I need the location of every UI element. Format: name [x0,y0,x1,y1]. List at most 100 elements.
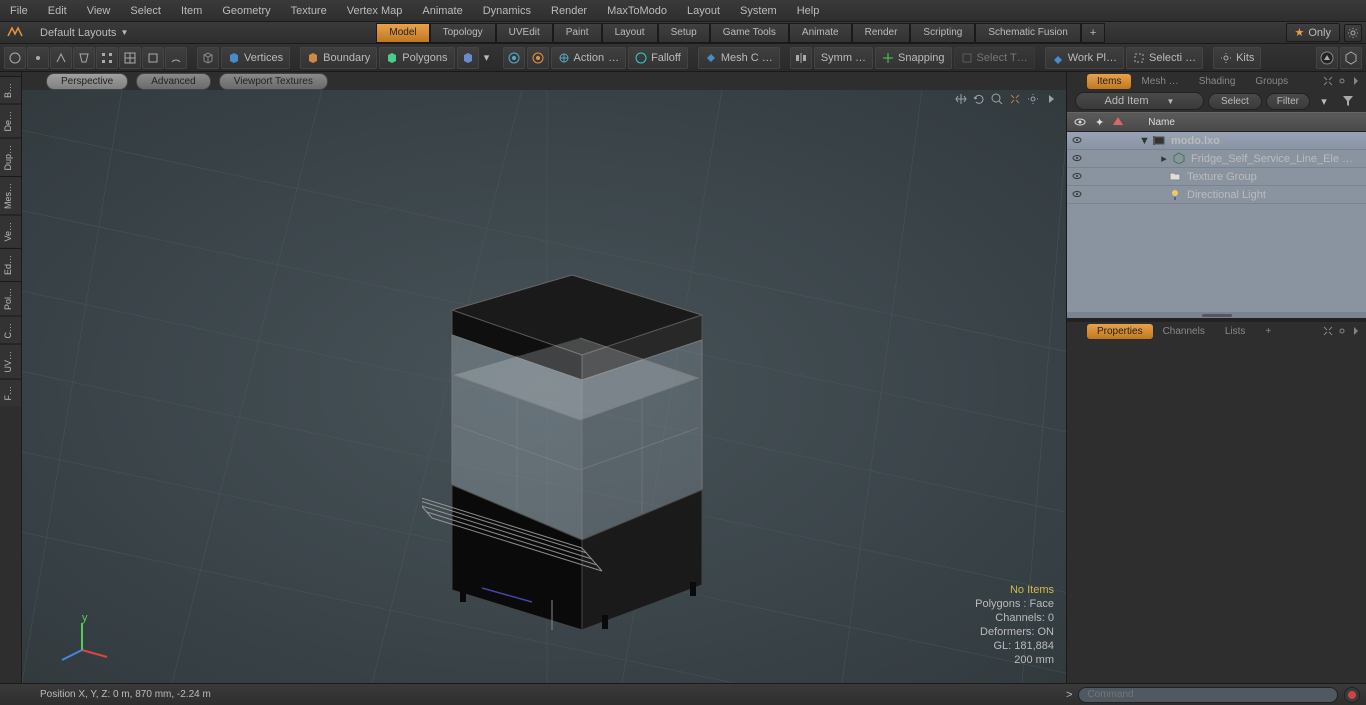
menu-file[interactable]: File [0,5,38,17]
panel-expand-icon[interactable] [1322,325,1334,337]
side-tab-3[interactable]: Mes… [0,176,21,215]
tab-topology[interactable]: Topology [430,23,496,43]
command-input[interactable] [1078,687,1338,703]
menu-help[interactable]: Help [787,5,830,17]
rp-tab-channels[interactable]: Channels [1153,324,1215,339]
falloff-button[interactable]: Falloff [628,47,688,69]
select-through-button[interactable]: Select T… [954,47,1035,69]
panel-next-icon[interactable] [1350,325,1362,337]
unreal-icon[interactable] [1316,47,1338,69]
menu-texture[interactable]: Texture [281,5,337,17]
tool-array-icon[interactable] [96,47,118,69]
panel-expand-icon[interactable] [1322,75,1334,87]
eye-icon[interactable] [1071,188,1085,202]
move-view-icon[interactable] [954,92,968,106]
action-button[interactable]: Action… [551,47,627,69]
menu-item[interactable]: Item [171,5,212,17]
snapping-button[interactable]: Snapping [875,47,952,69]
eye-icon[interactable] [1071,134,1085,148]
tab-animate[interactable]: Animate [789,23,852,43]
tab-scripting[interactable]: Scripting [910,23,975,43]
target-b-icon[interactable] [527,47,549,69]
tab-render[interactable]: Render [852,23,911,43]
rotate-view-icon[interactable] [972,92,986,106]
settings-button[interactable] [1344,24,1362,42]
side-tab-0[interactable]: B… [0,76,21,104]
menu-edit[interactable]: Edit [38,5,77,17]
tree-row-mesh[interactable]: ▸ Fridge_Self_Service_Line_Ele … [1067,150,1366,168]
tab-schematic[interactable]: Schematic Fusion [975,23,1080,43]
filter-funnel-icon[interactable] [1338,91,1358,111]
symmetry-button[interactable]: Symm … [814,47,873,69]
tool-circle-icon[interactable] [4,47,26,69]
menu-dynamics[interactable]: Dynamics [473,5,541,17]
vp-tab-advanced[interactable]: Advanced [136,73,210,90]
filter-dropdown-icon[interactable]: ▾ [1314,91,1334,111]
target-a-icon[interactable] [503,47,525,69]
rp-tab-lists[interactable]: Lists [1215,324,1256,339]
panel-next-icon[interactable] [1350,75,1362,87]
item-tree[interactable]: ▼ modo.lxo ▸ Fridge_Self_Service_Line_El… [1067,132,1366,312]
rp-tab-groups[interactable]: Groups [1245,74,1298,89]
panel-gear-icon[interactable] [1336,325,1348,337]
boundary-button[interactable]: Boundary [300,47,377,69]
eye-icon[interactable] [1071,152,1085,166]
workplane-button[interactable]: Work Pl… [1045,47,1124,69]
menu-view[interactable]: View [77,5,121,17]
side-tab-6[interactable]: Pol… [0,281,21,316]
menu-system[interactable]: System [730,5,787,17]
rp-tab-items[interactable]: Items [1087,74,1131,89]
tab-layout[interactable]: Layout [602,23,658,43]
menu-render[interactable]: Render [541,5,597,17]
tab-paint[interactable]: Paint [553,23,602,43]
record-button[interactable] [1344,687,1360,703]
menu-maxtomodo[interactable]: MaxToModo [597,5,677,17]
add-item-button[interactable]: Add Item▼ [1075,92,1204,110]
maximize-icon[interactable] [1008,92,1022,106]
tool-square-icon[interactable] [142,47,164,69]
filter-button[interactable]: Filter [1266,93,1310,110]
tree-row-scene[interactable]: ▼ modo.lxo [1067,132,1366,150]
selection-button[interactable]: Selecti … [1126,47,1203,69]
tree-row-texturegroup[interactable]: Texture Group [1067,168,1366,186]
polygons-button[interactable]: Polygons [379,47,454,69]
rp-tab-mesh[interactable]: Mesh … [1131,74,1188,89]
dropdown-arrow-icon[interactable]: ▾ [481,47,493,69]
side-tab-9[interactable]: F… [0,379,21,407]
menu-animate[interactable]: Animate [412,5,472,17]
menu-layout[interactable]: Layout [677,5,730,17]
menu-geometry[interactable]: Geometry [212,5,280,17]
type-column-icon[interactable] [1112,116,1124,128]
expand-arrow-icon[interactable]: ▸ [1159,152,1169,165]
add-tab-button[interactable]: + [1081,23,1105,43]
side-tab-7[interactable]: C… [0,316,21,345]
tool-cube-icon[interactable] [197,47,219,69]
side-tab-2[interactable]: Dup… [0,138,21,177]
name-column[interactable]: Name [1148,117,1175,128]
unity-icon[interactable] [1340,47,1362,69]
side-tab-8[interactable]: UV… [0,344,21,379]
mesh-constraint-button[interactable]: Mesh C … [698,47,780,69]
view-settings-icon[interactable] [1026,92,1040,106]
rp-tab-add[interactable]: + [1255,324,1281,339]
menu-select[interactable]: Select [120,5,171,17]
symmetry-icon[interactable] [790,47,812,69]
vp-tab-textures[interactable]: Viewport Textures [219,73,328,90]
side-tab-4[interactable]: Ve… [0,215,21,248]
vertices-button[interactable]: Vertices [221,47,290,69]
rp-tab-properties[interactable]: Properties [1087,324,1153,339]
axis-gizmo[interactable]: y [52,615,112,665]
tab-setup[interactable]: Setup [658,23,710,43]
vp-tab-perspective[interactable]: Perspective [46,73,128,90]
cube-dropdown-icon[interactable] [457,47,479,69]
tool-dot-icon[interactable] [27,47,49,69]
side-tab-1[interactable]: De… [0,104,21,138]
view-next-icon[interactable] [1044,92,1058,106]
zoom-view-icon[interactable] [990,92,1004,106]
tab-gametools[interactable]: Game Tools [710,23,789,43]
panel-gear-icon[interactable] [1336,75,1348,87]
visibility-column-icon[interactable] [1073,115,1087,129]
select-button[interactable]: Select [1208,93,1262,110]
tree-row-light[interactable]: Directional Light [1067,186,1366,204]
kits-button[interactable]: Kits [1213,47,1261,69]
